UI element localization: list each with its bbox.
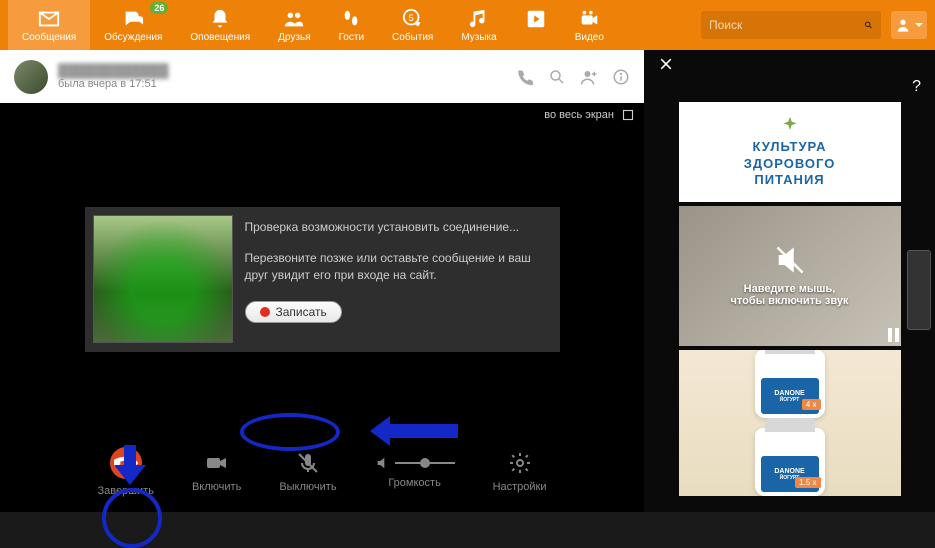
nav-label: Оповещения [190, 32, 250, 43]
ctrl-label: Громкость [388, 477, 440, 489]
user-icon [895, 17, 911, 33]
nav-label: События [392, 32, 433, 43]
star-badge-icon: 5 [402, 8, 424, 30]
connection-status: Проверка возможности установить соединен… [245, 219, 552, 236]
top-navigation: Сообщения 26 Обсуждения Оповещения Друзь… [0, 0, 935, 50]
envelope-icon [38, 8, 60, 30]
info-icon[interactable] [612, 68, 630, 86]
phone-icon[interactable] [516, 68, 534, 86]
play-square-icon [525, 8, 547, 30]
record-button[interactable]: Записать [245, 301, 342, 323]
brand-text: DANONE [774, 390, 804, 397]
discussions-badge: 26 [150, 2, 168, 14]
ctrl-label: Завершить [97, 485, 153, 497]
mic-toggle[interactable]: Выключить [279, 451, 336, 493]
last-seen: была вчера в 17:51 [58, 78, 506, 90]
caret-down-icon [915, 23, 923, 27]
search-icon[interactable] [548, 68, 566, 86]
chat-header: ████████████ была вчера в 17:51 [0, 50, 644, 103]
price-tag: 1.5 x [795, 477, 820, 488]
nav-discussions[interactable]: 26 Обсуждения [90, 0, 176, 50]
nav-label [534, 32, 537, 43]
callback-hint: Перезвоните позже или оставьте сообщение… [245, 250, 552, 284]
ad-banner-1[interactable]: КУЛЬТУРА ЗДОРОВОГОПИТАНИЯ [679, 102, 901, 202]
record-dot-icon [260, 307, 270, 317]
pause-icon [888, 328, 899, 342]
ctrl-label: Включить [192, 481, 241, 493]
gear-icon [508, 451, 532, 475]
contact-name[interactable]: ████████████ [58, 63, 506, 78]
volume-control[interactable]: Громкость [375, 455, 455, 489]
volume-slider[interactable] [395, 462, 455, 464]
help-icon[interactable]: ? [912, 78, 921, 96]
ad-banner-2[interactable]: DANONEЙОГУРТ 4 x DANONEЙОГУРТ 1.5 x [679, 350, 901, 496]
expand-icon [622, 109, 634, 121]
chat-bubbles-icon [122, 8, 144, 30]
footprints-icon [340, 8, 362, 30]
search-box[interactable] [701, 11, 881, 39]
price-tag: 4 x [802, 399, 821, 410]
background-panel [907, 250, 931, 330]
ctrl-label: Выключить [279, 481, 336, 493]
video-toggle[interactable]: Включить [192, 451, 241, 493]
ctrl-label: Настройки [493, 481, 547, 493]
search-icon[interactable] [864, 17, 873, 33]
nav-label: Обсуждения [104, 32, 162, 43]
nav-messages[interactable]: Сообщения [8, 0, 90, 50]
ad-video[interactable]: Наведите мышь,чтобы включить звук [679, 206, 901, 346]
people-icon [283, 8, 305, 30]
nav-video[interactable]: Видео [561, 0, 618, 50]
video-icon [205, 451, 229, 475]
music-note-icon [468, 8, 490, 30]
brand-text: DANONE [774, 468, 804, 475]
hangup-icon [114, 451, 138, 475]
ad-text: чтобы включить звук [731, 295, 849, 307]
nav-play[interactable] [511, 0, 561, 50]
add-person-icon[interactable] [580, 68, 598, 86]
fullscreen-label: во весь экран [544, 109, 614, 121]
nav-music[interactable]: Музыка [447, 0, 510, 50]
close-icon[interactable] [658, 56, 674, 72]
nav-label: Видео [575, 32, 604, 43]
nav-label: Друзья [278, 32, 310, 43]
speaker-icon [375, 455, 391, 471]
fullscreen-toggle[interactable]: во весь экран [0, 103, 644, 127]
settings-button[interactable]: Настройки [493, 451, 547, 493]
nav-events[interactable]: 5 События [378, 0, 447, 50]
profile-menu[interactable] [891, 11, 927, 39]
nav-friends[interactable]: Друзья [264, 0, 324, 50]
call-window: ████████████ была вчера в 17:51 во весь … [0, 50, 644, 512]
mic-off-icon [296, 451, 320, 475]
bell-icon [209, 8, 231, 30]
ad-text: КУЛЬТУРА [753, 139, 827, 154]
svg-text:5: 5 [408, 12, 413, 22]
nav-label: Гости [339, 32, 364, 43]
end-call-button[interactable]: Завершить [97, 447, 153, 497]
ad-text: Наведите мышь, [744, 283, 836, 295]
leaf-icon [780, 115, 800, 135]
product-image: DANONEЙОГУРТ 1.5 x [755, 428, 825, 496]
contact-avatar[interactable] [14, 60, 48, 94]
nav-notifications[interactable]: Оповещения [176, 0, 264, 50]
search-input[interactable] [709, 18, 864, 32]
ad-text: ПИТАНИЯ [754, 172, 824, 187]
nav-label: Музыка [461, 32, 496, 43]
muted-icon [775, 245, 805, 275]
ad-text: ЗДОРОВОГО [744, 156, 836, 171]
call-controls: Завершить Включить Выключить Громкость Н… [0, 432, 644, 512]
record-label: Записать [276, 305, 327, 319]
nav-label: Сообщения [22, 32, 76, 43]
caller-preview [93, 215, 233, 343]
product-image: DANONEЙОГУРТ 4 x [755, 350, 825, 418]
nav-guests[interactable]: Гости [325, 0, 378, 50]
connection-panel: Проверка возможности установить соединен… [85, 207, 560, 352]
camera-icon [578, 8, 600, 30]
side-panel: ? КУЛЬТУРА ЗДОРОВОГОПИТАНИЯ Наведите мышь… [644, 50, 935, 512]
